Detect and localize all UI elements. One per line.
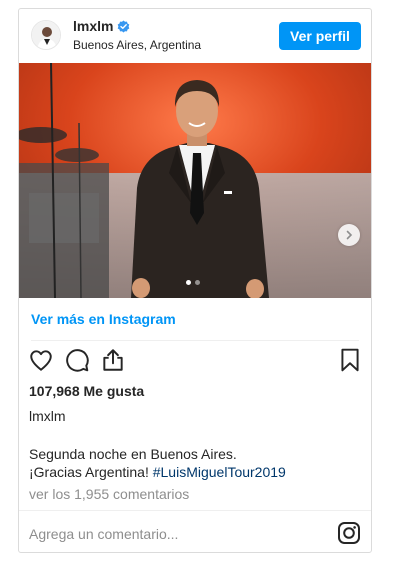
action-bar — [19, 347, 371, 377]
instagram-embed-card: lmxlm Buenos Aires, Argentina Ver perfil — [18, 8, 372, 553]
add-comment-input[interactable]: Agrega un comentario... — [29, 526, 178, 542]
username-link[interactable]: lmxlm — [73, 18, 113, 34]
post-photo[interactable] — [19, 63, 371, 298]
view-profile-button[interactable]: Ver perfil — [279, 22, 361, 50]
caption: Segunda noche en Buenos Aires. ¡Gracias … — [29, 445, 359, 481]
like-count[interactable]: 107,968 Me gusta — [29, 383, 144, 399]
divider — [19, 510, 371, 511]
comment-bubble-icon[interactable] — [64, 347, 90, 373]
hashtag-link[interactable]: #LuisMiguelTour2019 — [153, 464, 286, 480]
bookmark-icon[interactable] — [337, 347, 363, 373]
heart-icon[interactable] — [28, 347, 54, 373]
view-comments-link[interactable]: ver los 1,955 comentarios — [29, 486, 189, 502]
instagram-logo-icon[interactable] — [337, 521, 361, 545]
post-header: lmxlm Buenos Aires, Argentina Ver perfil — [19, 9, 371, 63]
location-link[interactable]: Buenos Aires, Argentina — [73, 38, 201, 52]
carousel-dot-1 — [186, 280, 191, 285]
share-icon[interactable] — [100, 347, 126, 373]
carousel-dot-2 — [195, 280, 200, 285]
verified-badge-icon — [117, 20, 130, 33]
caption-username[interactable]: lmxlm — [29, 408, 66, 424]
caption-line-2: ¡Gracias Argentina! #LuisMiguelTour2019 — [29, 463, 359, 481]
divider — [31, 340, 359, 341]
chevron-right-icon — [344, 230, 354, 240]
username-row: lmxlm — [73, 18, 130, 34]
next-slide-button[interactable] — [338, 224, 360, 246]
caption-line-2-text: ¡Gracias Argentina! — [29, 464, 153, 480]
avatar[interactable] — [31, 20, 61, 50]
carousel-indicator — [186, 280, 200, 285]
caption-line-1: Segunda noche en Buenos Aires. — [29, 446, 237, 462]
view-more-on-instagram-link[interactable]: Ver más en Instagram — [31, 311, 176, 327]
